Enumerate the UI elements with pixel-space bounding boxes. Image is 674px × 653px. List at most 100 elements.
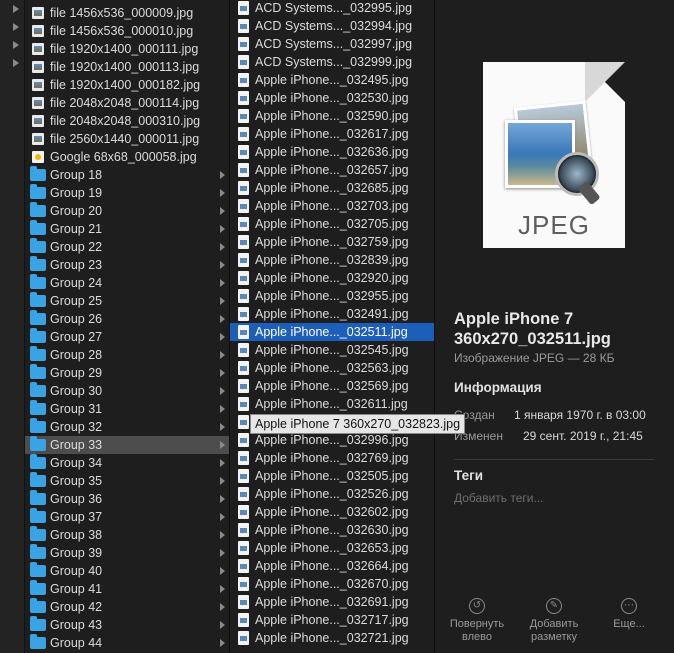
file-row[interactable]: file 1920x1400_000111.jpg: [25, 40, 229, 58]
jpeg-file-icon: [238, 163, 249, 177]
disclosure-arrow-icon[interactable]: [13, 41, 19, 49]
tags-input[interactable]: Добавить теги...: [454, 491, 543, 505]
file-row[interactable]: ACD Systems..._032999.jpg: [230, 53, 434, 71]
folder-row[interactable]: Group 28: [25, 346, 229, 364]
folder-row[interactable]: Group 27: [25, 328, 229, 346]
rotate-left-button[interactable]: ↺ Повернуть влево: [442, 598, 512, 644]
folder-row[interactable]: Group 31: [25, 400, 229, 418]
folder-icon: [30, 310, 46, 325]
folder-row[interactable]: Group 22: [25, 238, 229, 256]
folder-row[interactable]: Group 36: [25, 490, 229, 508]
row-label: Group 35: [50, 474, 103, 488]
file-row[interactable]: ACD Systems..._032995.jpg: [230, 0, 434, 17]
file-row[interactable]: Apple iPhone..._032769.jpg: [230, 449, 434, 467]
file-row[interactable]: Apple iPhone..._032526.jpg: [230, 485, 434, 503]
file-row[interactable]: Apple iPhone..._032617.jpg: [230, 125, 434, 143]
folder-row[interactable]: Group 25: [25, 292, 229, 310]
folder-row[interactable]: Group 42: [25, 598, 229, 616]
jpeg-file-icon: [238, 109, 249, 123]
folder-row[interactable]: Group 30: [25, 382, 229, 400]
file-row[interactable]: Apple iPhone..._032705.jpg: [230, 215, 434, 233]
file-row[interactable]: Apple iPhone..._032721.jpg: [230, 629, 434, 647]
file-row[interactable]: Apple iPhone..._032664.jpg: [230, 557, 434, 575]
file-row[interactable]: Apple iPhone..._032691.jpg: [230, 593, 434, 611]
file-row[interactable]: Apple iPhone..._032495.jpg: [230, 71, 434, 89]
file-row[interactable]: Apple iPhone..._032505.jpg: [230, 467, 434, 485]
file-row[interactable]: Apple iPhone..._032920.jpg: [230, 269, 434, 287]
file-row[interactable]: Apple iPhone..._032685.jpg: [230, 179, 434, 197]
file-row[interactable]: Apple iPhone..._032839.jpg: [230, 251, 434, 269]
folder-row[interactable]: Group 39: [25, 544, 229, 562]
chevron-right-icon: [220, 621, 225, 629]
disclosure-arrow-icon[interactable]: [13, 5, 19, 13]
image-file-icon: [32, 115, 44, 127]
file-row[interactable]: Apple iPhone..._032590.jpg: [230, 107, 434, 125]
disclosure-arrow-icon[interactable]: [13, 59, 19, 67]
jpeg-file-icon: [238, 235, 249, 249]
file-row[interactable]: Apple iPhone..._032491.jpg: [230, 305, 434, 323]
folder-row[interactable]: Group 32: [25, 418, 229, 436]
file-row[interactable]: Apple iPhone..._032657.jpg: [230, 161, 434, 179]
file-row[interactable]: Apple iPhone..._032602.jpg: [230, 503, 434, 521]
file-row[interactable]: file 1920x1400_000182.jpg: [25, 76, 229, 94]
row-label: Group 31: [50, 402, 103, 416]
file-row[interactable]: Apple iPhone..._032563.jpg: [230, 359, 434, 377]
folder-row[interactable]: Group 23: [25, 256, 229, 274]
row-label: Apple iPhone..._032664.jpg: [255, 559, 409, 573]
folder-row[interactable]: Group 29: [25, 364, 229, 382]
file-row[interactable]: Apple iPhone..._032955.jpg: [230, 287, 434, 305]
folder-row[interactable]: Group 43: [25, 616, 229, 634]
folder-row[interactable]: Group 33: [25, 436, 229, 454]
file-row[interactable]: Apple iPhone..._032630.jpg: [230, 521, 434, 539]
parent-column: [0, 0, 25, 653]
file-row[interactable]: Apple iPhone..._032611.jpg: [230, 395, 434, 413]
chevron-right-icon: [220, 423, 225, 431]
folder-row[interactable]: Group 24: [25, 274, 229, 292]
folder-row[interactable]: Group 19: [25, 184, 229, 202]
file-row[interactable]: file 1456x536_000009.jpg: [25, 4, 229, 22]
folder-row[interactable]: Group 26: [25, 310, 229, 328]
file-row[interactable]: Apple iPhone..._032717.jpg: [230, 611, 434, 629]
folder-row[interactable]: Group 37: [25, 508, 229, 526]
file-row[interactable]: Apple iPhone..._032545.jpg: [230, 341, 434, 359]
folder-row[interactable]: Group 20: [25, 202, 229, 220]
folder-icon: [30, 580, 46, 595]
folder-row[interactable]: Group 35: [25, 472, 229, 490]
folder-icon: [30, 238, 46, 253]
row-label: Apple iPhone..._032602.jpg: [255, 505, 409, 519]
file-row[interactable]: Apple iPhone..._032653.jpg: [230, 539, 434, 557]
file-row[interactable]: file 1920x1400_000113.jpg: [25, 58, 229, 76]
file-row[interactable]: Apple iPhone..._032530.jpg: [230, 89, 434, 107]
disclosure-arrow-icon[interactable]: [13, 23, 19, 31]
folder-row[interactable]: Group 44: [25, 634, 229, 652]
file-row[interactable]: Google 68x68_000058.jpg: [25, 148, 229, 166]
file-row[interactable]: Apple iPhone..._032703.jpg: [230, 197, 434, 215]
file-row[interactable]: Apple iPhone..._032636.jpg: [230, 143, 434, 161]
file-row[interactable]: Apple iPhone..._032569.jpg: [230, 377, 434, 395]
jpeg-file-icon: [238, 271, 249, 285]
markup-button[interactable]: ✎ Добавить разметку: [519, 598, 589, 644]
more-button[interactable]: ⋯ Еще...: [594, 598, 664, 631]
image-file-icon: [32, 43, 44, 55]
file-row[interactable]: file 2048x2048_000114.jpg: [25, 94, 229, 112]
folder-row[interactable]: Group 21: [25, 220, 229, 238]
jpeg-file-icon: [238, 469, 249, 483]
folder-icon: [30, 544, 46, 559]
selected-file-row[interactable]: Apple iPhone..._032511.jpg: [230, 323, 434, 341]
file-row[interactable]: file 2560x1440_000011.jpg: [25, 130, 229, 148]
folder-icon: [30, 274, 46, 289]
folder-row[interactable]: Group 18: [25, 166, 229, 184]
file-row[interactable]: file 1456x536_000010.jpg: [25, 22, 229, 40]
file-row[interactable]: file 2048x2048_000310.jpg: [25, 112, 229, 130]
folder-row[interactable]: Group 40: [25, 562, 229, 580]
folder-row[interactable]: Group 34: [25, 454, 229, 472]
folder-icon: [30, 508, 46, 523]
file-row[interactable]: ACD Systems..._032994.jpg: [230, 17, 434, 35]
chevron-right-icon: [220, 297, 225, 305]
row-label: Group 19: [50, 186, 103, 200]
folder-row[interactable]: Group 38: [25, 526, 229, 544]
file-row[interactable]: Apple iPhone..._032759.jpg: [230, 233, 434, 251]
folder-row[interactable]: Group 41: [25, 580, 229, 598]
file-row[interactable]: ACD Systems..._032997.jpg: [230, 35, 434, 53]
file-row[interactable]: Apple iPhone..._032670.jpg: [230, 575, 434, 593]
